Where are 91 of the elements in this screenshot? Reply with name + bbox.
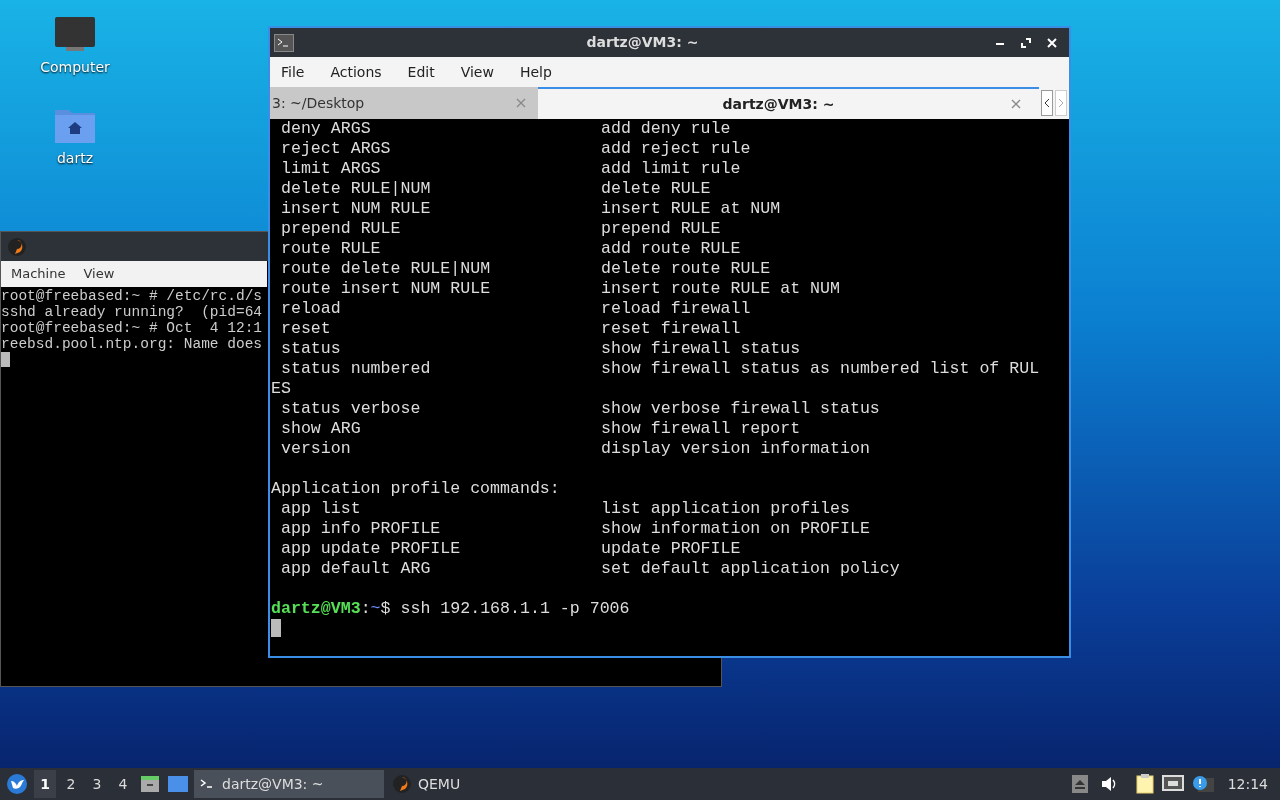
taskbar-task[interactable]: dartz@VM3: ~ [194,770,384,798]
description-text: add limit rule [601,159,741,179]
command-text: status [281,339,341,359]
terminal-line: ES [271,379,291,399]
command-text: delete RULE|NUM [281,179,431,199]
workspace-button[interactable]: 4 [112,770,134,798]
menu-item[interactable]: Actions [321,61,391,83]
qemu-logo-icon [7,236,27,257]
prompt-command: $ ssh 192.168.1.1 -p 7006 [380,599,630,619]
prompt-path: ~ [370,599,381,619]
menu-item[interactable]: Edit [398,61,444,83]
description-text: add route RULE [601,239,741,259]
workspace-button[interactable]: 1 [34,770,56,798]
command-text: app default ARG [281,559,431,579]
description-text: show firewall status as numbered list of RUL [601,359,1040,379]
tab-label: dartz@VM3: ~ [721,94,836,114]
close-icon [1047,37,1057,48]
maximize-icon [1021,37,1031,48]
description-text: add reject rule [601,139,751,159]
terminal-line: Application profile commands: [271,479,560,499]
scroll-tabs-left-button[interactable] [1041,90,1053,116]
workspace-button[interactable]: 2 [60,770,82,798]
terminal-icon [274,33,294,52]
console-line: reebsd.pool.ntp.org: Name does [1,336,264,352]
menu-item[interactable]: View [83,264,115,284]
monitor-icon [54,15,96,53]
command-text: status numbered [281,359,431,379]
qemu-logo-icon [392,774,412,794]
clipboard-icon [1135,774,1154,794]
prompt-user-host: dartz@VM3 [271,599,361,619]
chevron-right-icon [1058,98,1064,108]
drawer-icon [140,775,160,793]
description-text: reset firewall [601,319,741,339]
description-text: list application profiles [601,499,850,519]
console-line: sshd already running? (pid=64 [1,304,264,320]
menu-item[interactable]: Help [510,61,561,83]
console-line: root@freebased:~ # Oct 4 12:1 [1,320,264,336]
description-text: insert route RULE at NUM [601,279,840,299]
command-text: deny ARGS [281,119,371,139]
window-icon [167,775,189,793]
speaker-icon [1099,776,1118,792]
command-text: reject ARGS [281,139,391,159]
tab-label: 3: ~/Desktop [272,93,366,113]
command-text: limit ARGS [281,159,381,179]
eject-icon [1071,775,1088,793]
clock: 12:14 [1227,774,1268,794]
description-text: show firewall status [601,339,801,359]
cursor-block [1,352,10,367]
description-text: show information on PROFILE [601,519,870,539]
window-title: dartz@VM3: ~ [585,33,700,52]
prompt-colon: : [360,599,371,619]
command-text: route RULE [281,239,381,259]
command-text: app list [281,499,361,519]
description-text: show verbose firewall status [601,399,880,419]
description-text: prepend RULE [601,219,721,239]
command-text: status verbose [281,399,421,419]
description-text: display version information [601,439,870,459]
description-text: add deny rule [601,119,731,139]
command-text: show ARG [281,419,361,439]
description-text: set default application policy [601,559,900,579]
console-line: root@freebased:~ # /etc/rc.d/s [1,288,264,304]
tab[interactable]: 3: ~/Desktop [270,87,538,119]
description-text: reload firewall [601,299,751,319]
command-text: app info PROFILE [281,519,441,539]
description-text: update PROFILE [601,539,741,559]
notification-icon [1191,775,1214,793]
menu-item[interactable]: File [272,61,314,83]
close-icon [1011,99,1021,109]
command-text: reload [281,299,341,319]
workspace-button[interactable]: 3 [86,770,108,798]
start-menu-button[interactable] [4,771,30,797]
description-text: insert RULE at NUM [601,199,781,219]
close-icon [516,98,526,108]
menu-item[interactable]: Machine [11,264,66,284]
command-text: route delete RULE|NUM [281,259,491,279]
description-text: show firewall report [601,419,801,439]
tab[interactable]: dartz@VM3: ~ [538,87,1039,119]
command-text: insert NUM RULE [281,199,431,219]
command-text: prepend RULE [281,219,401,239]
description-text: delete route RULE [601,259,771,279]
command-text: reset [281,319,331,339]
description-text: delete RULE [601,179,711,199]
taskbar-task[interactable]: QEMU [388,770,578,798]
menu-item[interactable]: View [451,61,503,83]
network-icon [1161,775,1184,793]
bird-logo-icon [6,773,28,795]
cursor-block [271,619,281,637]
chevron-left-icon [1044,98,1050,108]
command-text: route insert NUM RULE [281,279,491,299]
command-text: version [281,439,351,459]
command-text: app update PROFILE [281,539,461,559]
